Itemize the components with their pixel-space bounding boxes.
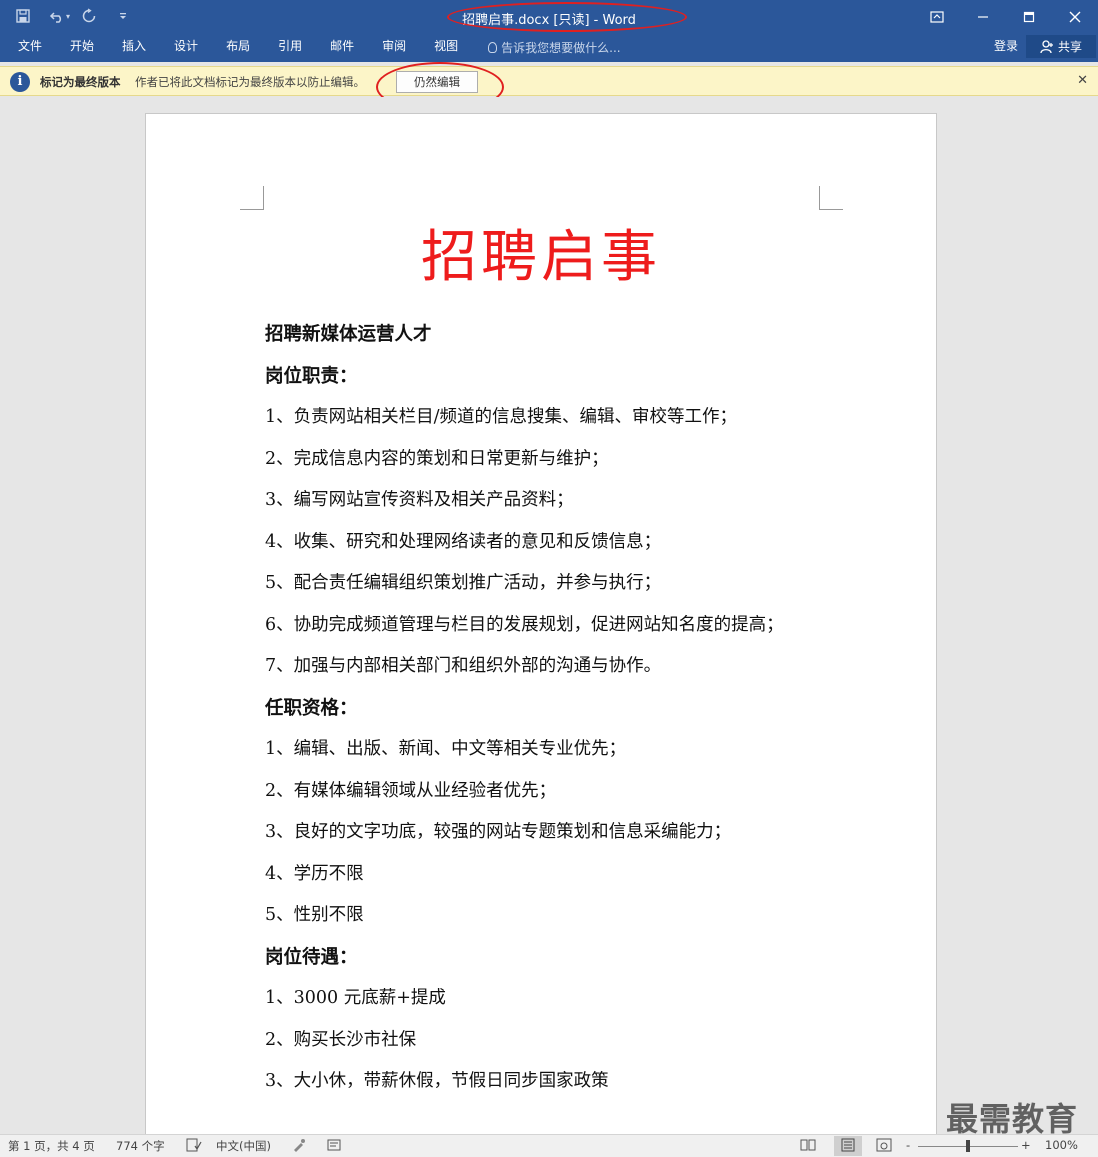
doc-paragraph: 2、购买长沙市社保 xyxy=(265,1029,417,1050)
tab-insert[interactable]: 插入 xyxy=(108,33,160,62)
title-highlight-oval xyxy=(447,2,687,32)
margin-corner-mark xyxy=(819,186,843,210)
doc-paragraph: 2、有媒体编辑领域从业经验者优先； xyxy=(265,780,557,801)
zoom-out-button[interactable]: - xyxy=(906,1138,910,1152)
tab-design[interactable]: 设计 xyxy=(160,33,212,62)
tab-view[interactable]: 视图 xyxy=(420,33,472,62)
sign-in-link[interactable]: 登录 xyxy=(994,33,1018,59)
page-count[interactable]: 第 1 页，共 4 页 xyxy=(8,1138,95,1154)
share-button[interactable]: 共享 xyxy=(1026,35,1096,58)
tell-me-text: 告诉我您想要做什么... xyxy=(501,40,621,55)
print-layout-icon[interactable] xyxy=(840,1138,856,1155)
doc-paragraph: 3、大小休，带薪休假，节假日同步国家政策 xyxy=(265,1071,609,1091)
tab-mailings[interactable]: 邮件 xyxy=(316,33,368,62)
doc-paragraph: 3、编写网站宣传资料及相关产品资料； xyxy=(265,490,574,510)
doc-paragraph: 2、完成信息内容的策划和日常更新与维护； xyxy=(265,448,609,469)
message-bar-close-icon[interactable]: ✕ xyxy=(1077,73,1088,88)
doc-paragraph: 1、负责网站相关栏目/频道的信息搜集、编辑、审校等工作； xyxy=(265,407,738,427)
person-add-icon xyxy=(1040,39,1053,53)
lightbulb-icon xyxy=(488,42,498,53)
close-icon[interactable] xyxy=(1052,0,1098,33)
ribbon-display-options-icon[interactable] xyxy=(914,0,960,33)
doc-paragraph: 7、加强与内部相关部门和组织外部的沟通与协作。 xyxy=(265,656,662,676)
doc-paragraph: 1、3000 元底薪+提成 xyxy=(265,988,446,1008)
zoom-in-button[interactable]: + xyxy=(1021,1138,1031,1152)
message-bar-title: 标记为最终版本 xyxy=(40,75,121,89)
doc-paragraph: 5、配合责任编辑组织策划推广活动，并参与执行； xyxy=(265,573,662,593)
doc-heading: 任职资格： xyxy=(265,697,358,719)
ribbon-tabs-bar: 文件 开始 插入 设计 布局 引用 邮件 审阅 视图 告诉我您想要做什么... … xyxy=(0,33,1098,62)
document-area[interactable]: 招聘启事 招聘新媒体运营人才 岗位职责： 1、负责网站相关栏目/频道的信息搜集、… xyxy=(0,97,1098,1134)
tab-file[interactable]: 文件 xyxy=(0,33,56,62)
doc-paragraph: 4、学历不限 xyxy=(265,863,364,884)
tab-references[interactable]: 引用 xyxy=(264,33,316,62)
tab-layout[interactable]: 布局 xyxy=(212,33,264,62)
doc-heading: 岗位待遇： xyxy=(265,946,358,968)
doc-paragraph: 1、编辑、出版、新闻、中文等相关专业优先； xyxy=(265,739,627,759)
margin-corner-mark xyxy=(240,186,264,210)
zoom-level[interactable]: 100% xyxy=(1045,1138,1078,1152)
title-bar: ▾ 招聘启事.docx [只读] - Word xyxy=(0,0,1098,33)
info-icon: i xyxy=(10,72,30,92)
web-layout-icon[interactable] xyxy=(876,1138,892,1155)
doc-paragraph: 3、良好的文字功底，较强的网站专题策划和信息采编能力； xyxy=(265,822,732,842)
message-bar-text: 作者已将此文档标记为最终版本以防止编辑。 xyxy=(135,75,365,89)
minimize-icon[interactable] xyxy=(960,0,1006,33)
language-indicator[interactable]: 中文(中国) xyxy=(216,1138,271,1154)
doc-paragraph: 6、协助完成频道管理与栏目的发展规划，促进网站知名度的提高； xyxy=(265,614,784,635)
accessibility-icon[interactable] xyxy=(327,1138,341,1155)
document-body: 招聘新媒体运营人才 岗位职责： 1、负责网站相关栏目/频道的信息搜集、编辑、审校… xyxy=(265,314,845,1103)
read-mode-icon[interactable] xyxy=(800,1138,816,1155)
status-bar: 第 1 页，共 4 页 774 个字 中文(中国) - + 100% xyxy=(0,1134,1098,1157)
tell-me-search[interactable]: 告诉我您想要做什么... xyxy=(472,33,621,62)
document-page[interactable]: 招聘启事 招聘新媒体运营人才 岗位职责： 1、负责网站相关栏目/频道的信息搜集、… xyxy=(145,113,937,1134)
doc-heading: 岗位职责： xyxy=(265,365,358,387)
document-title: 招聘启事 xyxy=(421,225,661,290)
tab-home[interactable]: 开始 xyxy=(56,33,108,62)
ribbon-tabs: 文件 开始 插入 设计 布局 引用 邮件 审阅 视图 告诉我您想要做什么... xyxy=(0,33,621,62)
tab-review[interactable]: 审阅 xyxy=(368,33,420,62)
macro-record-icon[interactable] xyxy=(292,1138,306,1155)
doc-heading: 招聘新媒体运营人才 xyxy=(265,324,432,345)
marked-as-final-bar: i 标记为最终版本 作者已将此文档标记为最终版本以防止编辑。 仍然编辑 ✕ xyxy=(0,66,1098,96)
watermark-logo: 最需教育 xyxy=(946,1100,1079,1138)
proofing-icon[interactable] xyxy=(186,1138,202,1155)
zoom-slider-thumb[interactable] xyxy=(966,1140,970,1152)
share-label: 共享 xyxy=(1057,40,1082,54)
window-controls xyxy=(914,0,1098,33)
word-count[interactable]: 774 个字 xyxy=(116,1138,165,1154)
doc-paragraph: 4、收集、研究和处理网络读者的意见和反馈信息； xyxy=(265,531,662,552)
doc-paragraph: 5、性别不限 xyxy=(265,905,364,925)
maximize-icon[interactable] xyxy=(1006,0,1052,33)
